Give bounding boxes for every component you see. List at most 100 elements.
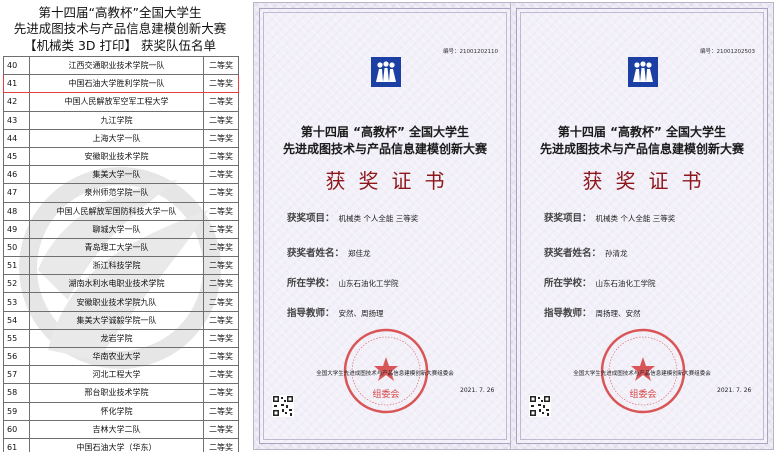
row-number: 43 [3, 110, 30, 130]
committee-name: 全国大学生先进成图技术与产品信息建模创新大赛组委会 [573, 371, 711, 377]
row-award: 二等奖 [203, 292, 239, 312]
teacher-value: 安然、周扬理 [338, 309, 384, 318]
table-row: 45 安徽职业技术学院 二等奖 [3, 146, 239, 167]
award-project-row: 获奖项目： 机械类 个人全能 三等奖 [544, 206, 675, 225]
committee-name: 全国大学生先进成图技术与产品信息建模创新大赛组委会 [316, 371, 454, 377]
svg-text:组委会: 组委会 [372, 388, 399, 400]
row-award: 二等奖 [203, 237, 239, 258]
row-school: 上海大学一队 [29, 128, 204, 148]
award-list-panel: 第十四届“高教杯”全国大学生 先进成图技术与产品信息建模创新大赛 【机械类 3D… [0, 0, 240, 452]
row-number: 56 [3, 346, 30, 367]
row-award: 二等奖 [203, 383, 239, 403]
award-project-row: 获奖项目： 机械类 个人全能 三等奖 [287, 206, 418, 225]
table-row: 57 河北工程大学 二等奖 [3, 365, 239, 385]
row-number: 48 [3, 201, 30, 221]
row-award: 二等奖 [203, 92, 239, 112]
school-value: 山东石油化工学院 [595, 279, 656, 288]
row-school: 泉州师范学院一队 [29, 183, 204, 203]
row-number: 53 [3, 292, 30, 312]
row-number: 45 [3, 146, 30, 167]
row-number: 51 [3, 256, 30, 276]
table-row: 46 集美大学一队 二等奖 [3, 165, 239, 185]
winner-name-label: 获奖者姓名： [287, 248, 345, 259]
row-award: 二等奖 [203, 74, 239, 94]
row-number: 47 [3, 183, 30, 203]
table-row: 48 中国人民解放军国防科技大学一队 二等奖 [3, 201, 239, 221]
table-row: 40 江西交通职业技术学院一队 二等奖 [3, 55, 239, 76]
teacher-row: 指导教师： 周扬理、安然 [544, 301, 641, 320]
school-row: 所在学校： 山东石油化工学院 [544, 271, 656, 290]
row-number: 44 [3, 128, 30, 148]
row-school: 聊城大学一队 [29, 219, 204, 239]
row-school: 邢台职业技术学院 [29, 383, 204, 403]
row-number: 52 [3, 274, 30, 294]
row-school: 浙江科技学院 [29, 256, 204, 276]
teacher-label: 指导教师： [544, 308, 592, 319]
row-award: 二等奖 [203, 146, 239, 167]
school-label: 所在学校： [544, 278, 592, 289]
row-award: 二等奖 [203, 219, 239, 239]
school-row: 所在学校： 山东石油化工学院 [287, 271, 399, 290]
table-row: 56 华南农业大学 二等奖 [3, 346, 239, 367]
row-school: 安徽职业技术学院九队 [29, 292, 204, 312]
row-school: 怀化学院 [29, 401, 204, 421]
certificate-frame: 编号：21001202110 第十四届 “高教杯” 全国大学生 先进成图技术与产… [259, 8, 511, 444]
award-table: 40 江西交通职业技术学院一队 二等奖 41 中国石油大学胜利学院一队 二等奖 42 中国… [3, 55, 239, 452]
row-school: 中国石油大学（华东） [29, 437, 204, 452]
row-school: 集美大学一队 [29, 165, 204, 185]
row-number: 60 [3, 419, 30, 439]
row-school: 中国人民解放军空军工程大学 [29, 92, 204, 112]
award-project-label: 获奖项目： [287, 213, 335, 224]
list-title-line1: 第十四届“高教杯”全国大学生 [38, 5, 202, 20]
row-award: 二等奖 [203, 55, 239, 76]
row-number: 59 [3, 401, 30, 421]
row-school: 九江学院 [29, 110, 204, 130]
qr-code-icon [272, 395, 294, 417]
issue-date: 2021. 7. 26 [460, 387, 495, 394]
row-number: 58 [3, 383, 30, 403]
row-award: 二等奖 [203, 401, 239, 421]
row-award: 二等奖 [203, 274, 239, 294]
row-number: 41 [3, 74, 30, 94]
table-row: 52 湖南水利水电职业技术学院 二等奖 [3, 274, 239, 294]
table-row: 61 中国石油大学（华东） 二等奖 [3, 437, 239, 452]
table-row-highlighted: 41 中国石油大学胜利学院一队 二等奖 [3, 74, 239, 94]
award-project-label: 获奖项目： [544, 213, 592, 224]
row-award: 二等奖 [203, 256, 239, 276]
row-number: 57 [3, 365, 30, 385]
list-title-line3: 【机械类 3D 打印】 获奖队伍名单 [24, 38, 216, 53]
competition-logo-icon [628, 57, 658, 87]
qr-code-icon [529, 395, 551, 417]
award-project-value: 机械类 个人全能 三等奖 [595, 214, 676, 223]
certificate-2: 编号：21001202503 第十四届 “高教杯” 全国大学生 先进成图技术与产… [510, 2, 774, 450]
table-row: 55 龙岩学院 二等奖 [3, 328, 239, 349]
winner-name-row: 获奖者姓名： 孙清龙 [544, 241, 628, 260]
table-row: 43 九江学院 二等奖 [3, 110, 239, 130]
table-row: 49 聊城大学一队 二等奖 [3, 219, 239, 239]
table-row: 47 泉州师范学院一队 二等奖 [3, 183, 239, 203]
school-value: 山东石油化工学院 [338, 279, 399, 288]
table-row: 54 集美大学诚毅学院一队 二等奖 [3, 310, 239, 330]
certificate-title-line2: 先进成图技术与产品信息建模创新大赛 [539, 142, 744, 156]
table-row: 53 安徽职业技术学院九队 二等奖 [3, 292, 239, 312]
winner-name-value: 孙清龙 [605, 249, 628, 258]
certificate-title-line2: 先进成图技术与产品信息建模创新大赛 [282, 142, 487, 156]
winner-name-row: 获奖者姓名： 郑佳龙 [287, 241, 371, 260]
award-project-value: 机械类 个人全能 三等奖 [338, 214, 419, 223]
table-row: 51 浙江科技学院 二等奖 [3, 256, 239, 276]
list-title-line2: 先进成图技术与产品信息建模创新大赛 [13, 21, 227, 36]
row-award: 二等奖 [203, 419, 239, 439]
row-number: 49 [3, 219, 30, 239]
row-school: 中国石油大学胜利学院一队 [29, 74, 204, 94]
row-number: 46 [3, 165, 30, 185]
row-award: 二等奖 [203, 346, 239, 367]
row-school: 江西交通职业技术学院一队 [29, 55, 204, 76]
table-row: 58 邢台职业技术学院 二等奖 [3, 383, 239, 403]
competition-logo-icon [371, 57, 401, 87]
row-school: 中国人民解放军国防科技大学一队 [29, 201, 204, 221]
row-school: 华南农业大学 [29, 346, 204, 367]
certificate-main-title: 获奖证书 [325, 169, 458, 193]
row-award: 二等奖 [203, 437, 239, 452]
table-row: 60 吉林大学二队 二等奖 [3, 419, 239, 439]
certificate-frame: 编号：21001202503 第十四届 “高教杯” 全国大学生 先进成图技术与产… [516, 8, 768, 444]
